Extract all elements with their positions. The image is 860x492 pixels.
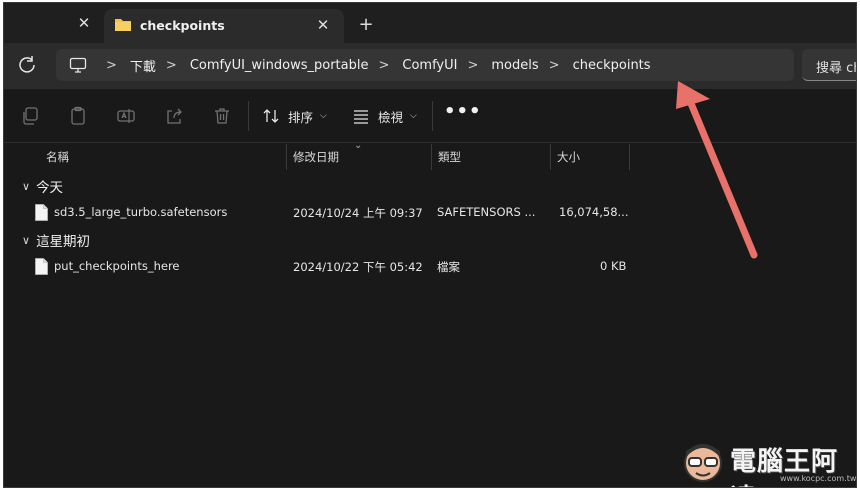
breadcrumb-separator[interactable]: > xyxy=(106,58,117,73)
file-row[interactable]: sd3.5_large_turbo.safetensors 2024/10/24… xyxy=(4,201,644,225)
breadcrumb-separator[interactable]: > xyxy=(467,58,478,73)
group-label: 這星期初 xyxy=(36,234,91,250)
column-header-type[interactable]: 類型 xyxy=(432,144,550,170)
delete-icon[interactable] xyxy=(212,106,232,126)
tab-close-button[interactable]: ✕ xyxy=(311,13,335,37)
file-type: 檔案 xyxy=(437,260,460,274)
file-modified: 2024/10/24 上午 09:37 xyxy=(293,206,423,220)
sort-label: 排序 xyxy=(288,109,314,125)
column-divider[interactable] xyxy=(629,144,630,170)
column-header-size[interactable]: 大小 xyxy=(551,144,629,170)
breadcrumb-comfyui[interactable]: ComfyUI xyxy=(402,58,457,73)
file-size: 16,074,58... xyxy=(559,205,629,219)
tab-title: checkpoints xyxy=(140,18,225,33)
chevron-down-icon: ∨ xyxy=(22,179,31,193)
view-icon xyxy=(354,110,368,124)
paste-icon[interactable] xyxy=(68,106,88,126)
watermark-logo: 電腦王阿達 www.kocpc.com.tw xyxy=(680,439,856,487)
more-options-button[interactable]: ••• xyxy=(444,103,481,127)
group-header-early-this-week[interactable]: ∨ 這星期初 xyxy=(22,228,90,252)
column-header-modified[interactable]: 修改日期 xyxy=(287,144,431,170)
search-placeholder: 搜尋 ch xyxy=(816,61,857,76)
folder-icon xyxy=(115,19,131,31)
view-label: 檢視 xyxy=(378,109,404,125)
column-header-name[interactable]: 名稱 xyxy=(40,144,286,170)
file-size: 0 KB xyxy=(600,259,627,273)
chevron-down-icon: ⌵ xyxy=(320,111,327,121)
search-input[interactable]: 搜尋 ch xyxy=(802,49,857,81)
new-tab-button[interactable]: + xyxy=(354,13,378,37)
group-label: 今天 xyxy=(36,180,64,196)
breadcrumb-comfyui-windows-portable[interactable]: ComfyUI_windows_portable xyxy=(190,58,369,73)
annotation-arrow xyxy=(676,81,758,259)
rename-icon[interactable] xyxy=(116,106,136,126)
file-name: put_checkpoints_here xyxy=(54,259,180,273)
copy-icon[interactable] xyxy=(20,106,40,126)
file-modified: 2024/10/22 下午 05:42 xyxy=(293,260,423,274)
file-row[interactable]: put_checkpoints_here 2024/10/22 下午 05:42… xyxy=(4,255,644,279)
breadcrumb-downloads[interactable]: 下載 xyxy=(130,56,156,75)
watermark-url: www.kocpc.com.tw xyxy=(780,474,857,483)
sort-icon xyxy=(263,109,279,123)
file-type: SAFETENSORS ... xyxy=(437,205,536,219)
breadcrumb-separator[interactable]: > xyxy=(166,58,177,73)
mascot-icon xyxy=(684,444,722,482)
sort-button[interactable]: 排序 ⌵ xyxy=(262,104,327,128)
breadcrumb-checkpoints[interactable]: checkpoints xyxy=(573,58,651,73)
tab-checkpoints[interactable]: checkpoints ✕ xyxy=(104,9,344,43)
group-header-today[interactable]: ∨ 今天 xyxy=(22,174,63,198)
toolbar-divider xyxy=(432,101,433,131)
file-icon xyxy=(35,258,48,275)
file-explorer-window: ✕ checkpoints ✕ + > 下載 > ComfyUI_windows… xyxy=(3,2,857,488)
tab-strip: ✕ checkpoints ✕ + xyxy=(4,3,856,43)
breadcrumb-models[interactable]: models xyxy=(491,58,538,73)
breadcrumb-separator[interactable]: > xyxy=(549,58,560,73)
file-name: sd3.5_large_turbo.safetensors xyxy=(54,205,228,219)
breadcrumb: > 下載 > ComfyUI_windows_portable > ComfyU… xyxy=(96,49,651,81)
breadcrumb-separator[interactable]: > xyxy=(378,58,389,73)
this-pc-icon[interactable] xyxy=(69,56,87,74)
previous-tab-close-button[interactable]: ✕ xyxy=(72,11,96,35)
toolbar-divider xyxy=(248,101,249,131)
chevron-down-icon: ∨ xyxy=(22,233,31,247)
view-button[interactable]: 檢視 ⌵ xyxy=(352,104,417,128)
share-icon[interactable] xyxy=(164,106,184,126)
chevron-down-icon: ⌵ xyxy=(410,111,417,121)
file-icon xyxy=(35,204,48,221)
refresh-icon[interactable] xyxy=(16,54,38,76)
